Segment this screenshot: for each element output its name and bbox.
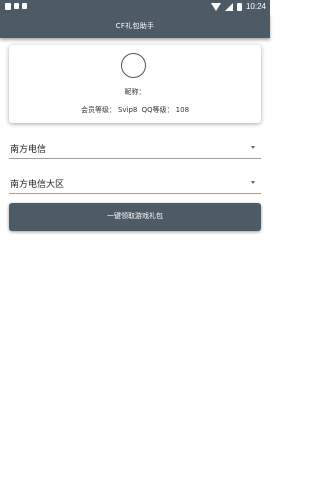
status-time: 10:24: [245, 2, 266, 11]
qq-level-value: 108: [175, 106, 190, 114]
claim-gifts-button[interactable]: 一键领取游戏礼包: [9, 203, 261, 231]
status-system: 10:24: [210, 2, 266, 12]
status-bar: 10:24: [0, 0, 270, 14]
region-spinner[interactable]: 南方电信: [9, 137, 261, 159]
signal-icon: [224, 3, 233, 11]
level-row: 会员等级： Svip8 QQ等级： 108: [9, 105, 261, 115]
notification-icon: [22, 3, 27, 9]
notification-icon: [5, 3, 11, 10]
server-spinner-value: 南方电信大区: [10, 180, 65, 190]
dropdown-arrow-icon: [251, 146, 255, 149]
nickname-label-text: 昵称：: [124, 88, 146, 96]
avatar[interactable]: [121, 53, 146, 78]
page-title: CF礼包助手: [115, 22, 155, 30]
status-notifications: [5, 3, 27, 10]
profile-card: 昵称： 会员等级： Svip8 QQ等级： 108: [9, 45, 261, 123]
dropdown-arrow-icon: [251, 181, 255, 184]
server-spinner[interactable]: 南方电信大区: [9, 172, 261, 194]
qq-level-label: QQ等级：: [141, 106, 174, 114]
member-level-label: 会员等级：: [80, 106, 116, 114]
member-level-value: Svip8: [117, 106, 138, 114]
battery-icon: [236, 3, 242, 11]
nickname-label: 昵称：: [9, 87, 261, 97]
image-icon: [14, 3, 19, 9]
region-spinner-value: 南方电信: [10, 145, 47, 155]
wifi-icon: [210, 3, 221, 11]
app-bar: CF礼包助手: [0, 14, 270, 38]
